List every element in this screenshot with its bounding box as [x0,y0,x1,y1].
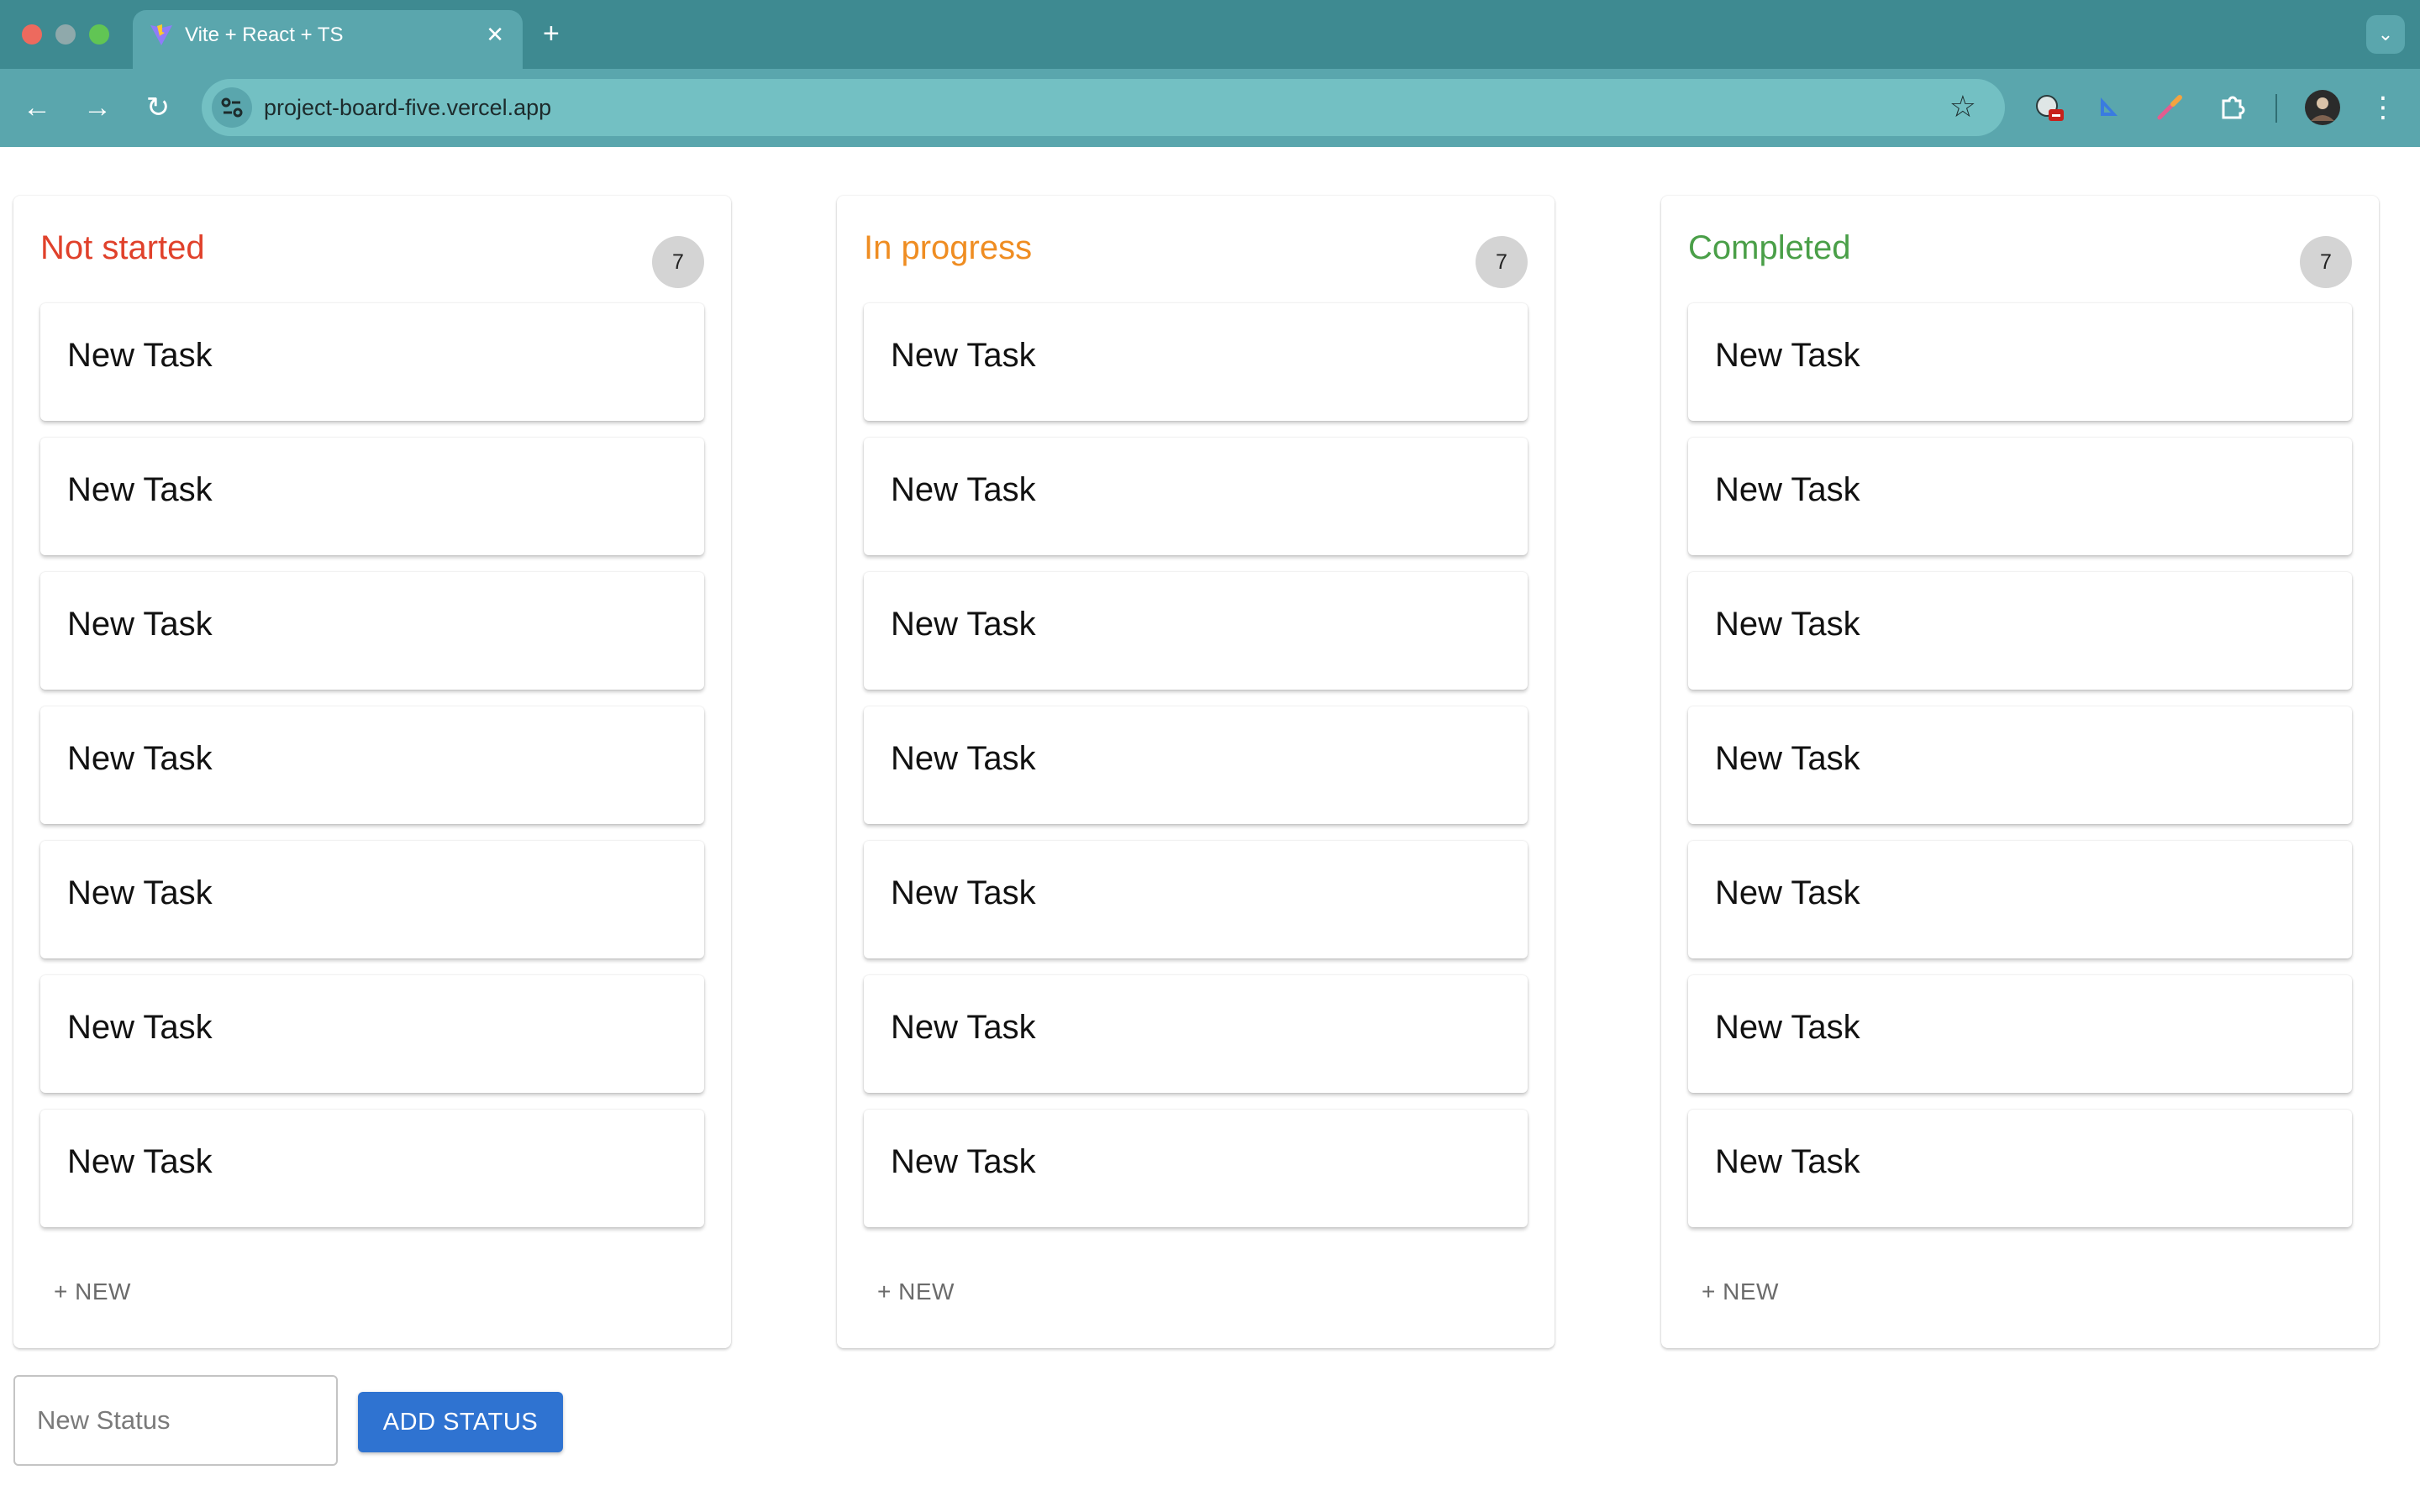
task-count-badge: 7 [652,236,704,288]
column-title: Completed [1688,229,1851,266]
browser-menu-icon[interactable]: ⋮ [2365,89,2402,126]
task-list: New Task New Task New Task New Task New Task… [1688,303,2352,1244]
browser-toolbar: ← → ↻ project-board-five.vercel.app ☆ ⋮ [0,69,2420,147]
profile-avatar[interactable] [2304,89,2341,126]
task-card[interactable]: New Task [864,841,1528,958]
new-tab-button[interactable]: + [543,17,560,50]
task-title: New Task [891,337,1036,374]
close-window-button[interactable] [22,24,42,45]
task-list: New Task New Task New Task New Task New Task… [40,303,704,1244]
task-title: New Task [891,606,1036,643]
task-list: New Task New Task New Task New Task New Task… [864,303,1528,1244]
tab-title: Vite + React + TS [185,24,344,46]
task-title: New Task [891,471,1036,508]
task-title: New Task [1715,740,1860,777]
task-card[interactable]: New Task [1688,975,2352,1093]
task-count-badge: 7 [2300,236,2352,288]
task-card[interactable]: New Task [864,706,1528,824]
task-card[interactable]: New Task [40,1110,704,1227]
task-card[interactable]: New Task [864,303,1528,421]
reload-button[interactable]: ↻ [139,89,176,126]
task-title: New Task [67,1143,213,1180]
task-card[interactable]: New Task [864,1110,1528,1227]
task-title: New Task [891,1143,1036,1180]
task-card[interactable]: New Task [40,841,704,958]
task-card[interactable]: New Task [40,438,704,555]
task-title: New Task [67,1009,213,1046]
tab-search-button[interactable]: ⌄ [2366,15,2405,54]
task-card[interactable]: New Task [40,303,704,421]
task-title: New Task [891,740,1036,777]
status-column: Completed 7 New Task New Task New Task New Ta… [1661,196,2379,1348]
task-title: New Task [1715,874,1860,911]
add-status-button[interactable]: ADD STATUS [358,1392,563,1452]
task-card[interactable]: New Task [40,706,704,824]
task-title: New Task [67,606,213,643]
browser-tab[interactable]: Vite + React + TS ✕ [133,10,523,69]
task-card[interactable]: New Task [1688,438,2352,555]
task-title: New Task [891,1009,1036,1046]
task-card[interactable]: New Task [40,975,704,1093]
task-title: New Task [67,874,213,911]
forward-button[interactable]: → [79,89,116,126]
new-status-input[interactable] [13,1375,338,1466]
extension-blocker-icon[interactable] [2032,91,2065,124]
task-card[interactable]: New Task [40,572,704,690]
task-title: New Task [1715,337,1860,374]
task-card[interactable]: New Task [864,975,1528,1093]
task-title: New Task [67,337,213,374]
task-title: New Task [67,471,213,508]
task-card[interactable]: New Task [1688,706,2352,824]
task-title: New Task [67,740,213,777]
maximize-window-button[interactable] [89,24,109,45]
column-title: Not started [40,229,205,266]
task-card[interactable]: New Task [1688,572,2352,690]
column-title: In progress [864,229,1033,266]
address-bar[interactable]: project-board-five.vercel.app ☆ [202,79,2005,136]
back-button[interactable]: ← [18,89,55,126]
task-card[interactable]: New Task [1688,303,2352,421]
task-card[interactable]: New Task [864,438,1528,555]
task-count-badge: 7 [1476,236,1528,288]
tab-close-icon[interactable]: ✕ [486,22,504,47]
new-task-button[interactable]: + NEW [877,1278,955,1306]
minimize-window-button[interactable] [55,24,76,45]
task-title: New Task [1715,606,1860,643]
status-column: Not started 7 New Task New Task New Task New … [13,196,731,1348]
task-title: New Task [891,874,1036,911]
site-info-icon[interactable] [212,87,252,128]
project-board: Not started 7 New Task New Task New Task New … [0,147,2420,1512]
bookmark-star-icon[interactable]: ☆ [1949,90,1976,123]
new-task-button[interactable]: + NEW [1702,1278,1779,1306]
task-card[interactable]: New Task [1688,1110,2352,1227]
task-title: New Task [1715,1009,1860,1046]
extension-colorpicker-icon[interactable] [2153,91,2186,124]
new-task-button[interactable]: + NEW [54,1278,131,1306]
vite-icon [150,24,172,45]
toolbar-divider [2275,94,2277,123]
browser-chrome: Vite + React + TS ✕ + ⌄ ← → ↻ project-bo… [0,0,2420,147]
extensions-puzzle-icon[interactable] [2215,91,2249,124]
url-text: project-board-five.vercel.app [264,95,552,120]
extension-ruler-icon[interactable] [2092,91,2126,124]
status-column: In progress 7 New Task New Task New Task New … [837,196,1555,1348]
tab-strip: Vite + React + TS ✕ + ⌄ [0,0,2420,69]
task-title: New Task [1715,471,1860,508]
task-card[interactable]: New Task [1688,841,2352,958]
task-title: New Task [1715,1143,1860,1180]
task-card[interactable]: New Task [864,572,1528,690]
